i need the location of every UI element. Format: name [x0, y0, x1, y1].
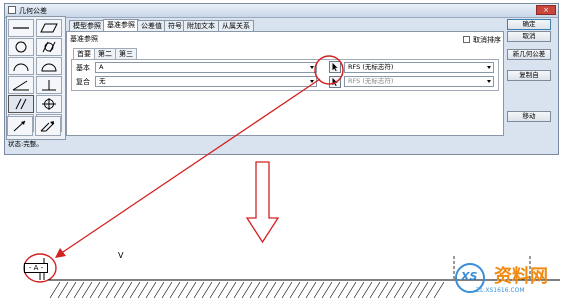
down-arrow-icon	[245, 161, 280, 244]
arrowhead-icon	[55, 248, 66, 258]
watermark-logo-text: XS	[461, 270, 478, 283]
drawing-tick-label: V	[118, 251, 124, 260]
annotation-overlay	[23, 55, 560, 299]
watermark-url: ZL.XS1616.COM	[476, 287, 525, 294]
section-hatch	[49, 281, 445, 299]
watermark-text: 资料网	[494, 266, 548, 287]
datum-tag: - A -	[24, 263, 48, 273]
pointer-arrow-line	[59, 78, 321, 255]
